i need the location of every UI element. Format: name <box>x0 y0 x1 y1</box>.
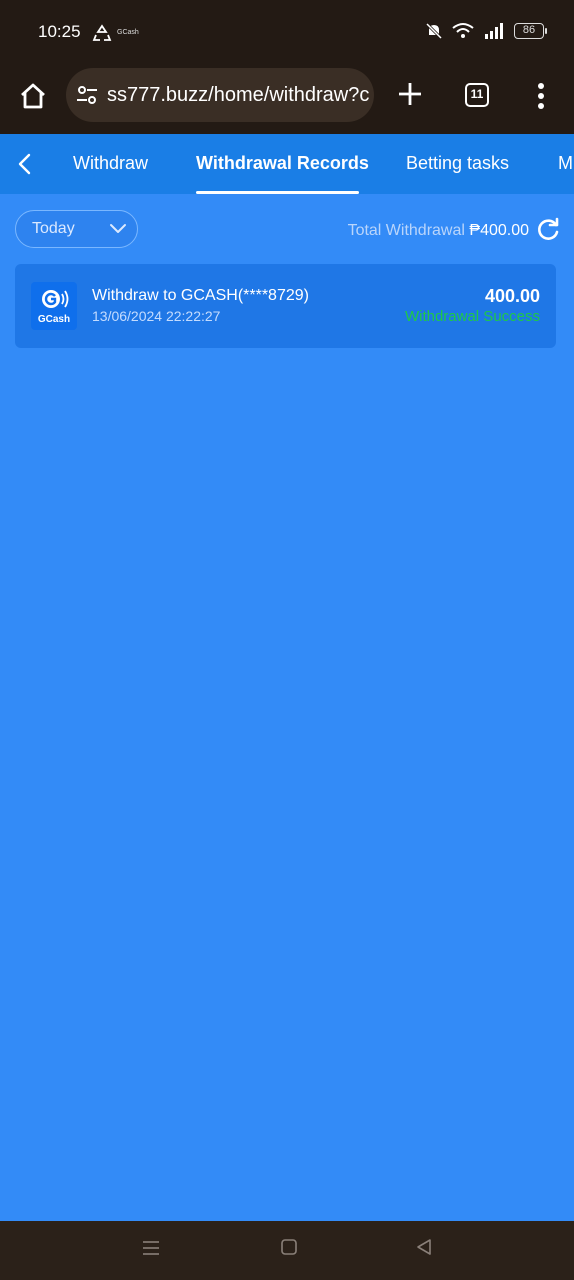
site-settings-icon[interactable] <box>76 84 98 106</box>
app-content: Withdraw Withdrawal Records Betting task… <box>0 134 574 1221</box>
url-text[interactable]: ss777.buzz/home/withdraw?c <box>107 84 369 107</box>
system-nav-bar <box>0 1221 574 1280</box>
mute-icon <box>426 22 442 40</box>
status-icons: 86 <box>426 22 547 40</box>
total-withdrawal-amount: ₱400.00 <box>469 222 529 239</box>
status-app-label: GCash <box>117 29 139 36</box>
back-arrow-icon[interactable] <box>14 152 36 176</box>
back-triangle-icon[interactable] <box>415 1238 433 1256</box>
wifi-icon <box>452 23 474 38</box>
home-square-icon[interactable] <box>280 1238 298 1256</box>
total-withdrawal-label: Total Withdrawal <box>347 222 465 239</box>
signal-icon <box>485 23 503 39</box>
top-navigation: Withdraw Withdrawal Records Betting task… <box>0 134 574 194</box>
gcash-logo-text: GCash <box>37 314 71 325</box>
home-icon[interactable] <box>18 81 48 111</box>
record-amount: 400.00 <box>484 286 540 306</box>
record-status: Withdrawal Success <box>404 308 540 325</box>
active-tab-indicator <box>196 191 359 194</box>
gcash-g-icon <box>42 290 69 308</box>
gcash-logo: GCash <box>31 282 77 330</box>
battery-icon: 86 <box>514 23 547 39</box>
tab-switcher-button[interactable]: 11 <box>465 83 489 107</box>
refresh-icon[interactable] <box>536 217 561 242</box>
address-bar[interactable]: ss777.buzz/home/withdraw?c <box>66 68 374 122</box>
status-time: 10:25 <box>38 22 81 41</box>
recents-menu-icon[interactable] <box>141 1238 161 1258</box>
more-menu-icon[interactable] <box>536 82 546 110</box>
record-datetime: 13/06/2024 22:22:27 <box>92 308 221 324</box>
tab-more[interactable]: M <box>558 153 573 174</box>
new-tab-icon[interactable] <box>396 80 424 108</box>
record-title: Withdraw to GCASH(****8729) <box>92 287 309 304</box>
tab-betting-tasks[interactable]: Betting tasks <box>406 153 509 174</box>
tab-withdrawal-records[interactable]: Withdrawal Records <box>196 153 369 174</box>
withdrawal-record[interactable]: GCash Withdraw to GCASH(****8729) 13/06/… <box>15 264 556 348</box>
date-filter-value: Today <box>32 220 75 237</box>
date-filter-dropdown[interactable]: Today <box>15 210 138 248</box>
total-withdrawal: Total Withdrawal ₱400.00 <box>348 222 529 240</box>
browser-toolbar: ss777.buzz/home/withdraw?c 11 <box>0 64 574 134</box>
recycle-icon <box>92 24 112 41</box>
tab-withdraw[interactable]: Withdraw <box>73 153 148 174</box>
status-bar: 10:25 GCash 86 <box>0 0 574 64</box>
chevron-down-icon <box>110 224 126 233</box>
